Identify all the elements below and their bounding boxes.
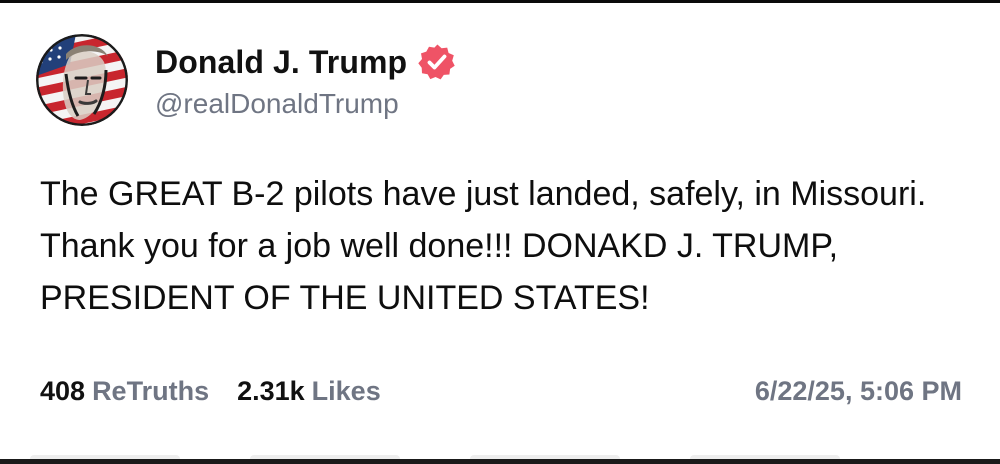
author-avatar[interactable] xyxy=(36,34,128,126)
likes-label: Likes xyxy=(311,376,381,406)
likes-count: 2.31k xyxy=(237,376,305,406)
retruths-stat[interactable]: 408 ReTruths xyxy=(40,376,209,407)
post-text: The GREAT B-2 pilots have just landed, s… xyxy=(40,168,970,324)
post-timestamp[interactable]: 6/22/25, 5:06 PM xyxy=(755,376,962,407)
post-body-text: The GREAT B-2 pilots have just landed, s… xyxy=(40,175,927,317)
avatar-image xyxy=(36,34,128,126)
verified-badge-icon xyxy=(418,43,456,81)
top-divider xyxy=(0,0,1000,3)
post-stats: 408 ReTruths 2.31k Likes xyxy=(40,376,381,407)
retruths-count: 408 xyxy=(40,376,86,406)
bottom-divider xyxy=(0,459,1000,464)
author-handle[interactable]: @realDonaldTrump xyxy=(155,88,399,120)
author-name-row: Donald J. Trump xyxy=(155,42,456,82)
likes-stat[interactable]: 2.31k Likes xyxy=(237,376,381,407)
retruths-label: ReTruths xyxy=(92,376,210,406)
author-display-name[interactable]: Donald J. Trump xyxy=(155,44,407,81)
